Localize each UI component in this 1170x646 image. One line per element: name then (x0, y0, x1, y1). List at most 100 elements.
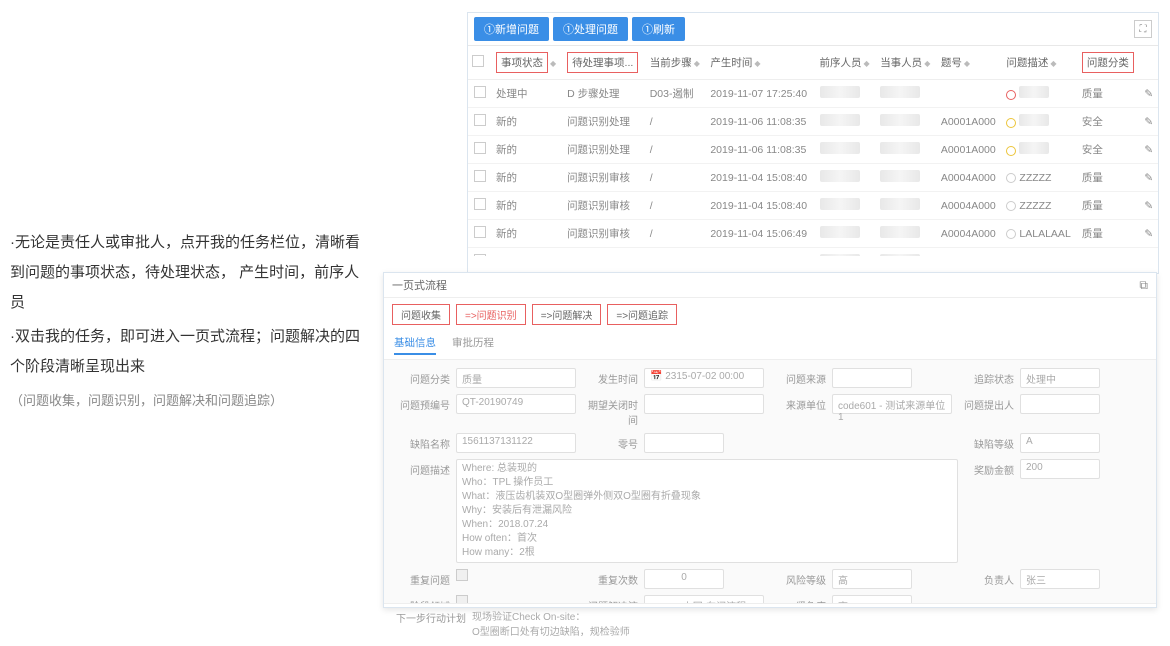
status-circle-icon (1006, 201, 1016, 211)
task-table: 事项状态◆ 待处理事项... 当前步骤◆ 产生时间◆ 前序人员◆ 当事人员◆ 题… (468, 46, 1158, 256)
field-repeat-count[interactable]: 0 (644, 569, 724, 589)
field-risk[interactable]: 高 (832, 569, 912, 589)
row-checkbox[interactable] (474, 170, 486, 182)
row-checkbox[interactable] (474, 86, 486, 98)
label-type: 问题分类 (394, 368, 456, 386)
field-owner[interactable]: 张三 (1020, 569, 1100, 589)
label-repeat-count: 重复次数 (582, 569, 644, 587)
tab-basic-info[interactable]: 基础信息 (394, 335, 436, 355)
label-source: 问题来源 (770, 368, 832, 386)
field-desc[interactable]: Where: 总装现的 Who：TPL 操作员工 What：液压齿机装双O型圈弹… (456, 459, 958, 563)
cell-desc (1002, 136, 1077, 164)
status-circle-icon (1006, 146, 1016, 156)
note-sub: （问题收集，问题识别，问题解决和问题追踪） (10, 388, 370, 414)
cell-cur (876, 192, 937, 220)
field-src-unit[interactable]: code601 - 测试来源单位1 (832, 394, 952, 414)
col-prev[interactable]: 前序人员◆ (816, 46, 877, 80)
table-row[interactable]: 新的问题识别审核/2019-11-04 15:06:49A0004A000LAL… (468, 248, 1158, 257)
cell-pending: 问题识别审核 (563, 248, 646, 257)
row-checkbox[interactable] (474, 114, 486, 126)
cell-cur (876, 108, 937, 136)
field-handler[interactable] (1020, 394, 1100, 414)
table-row[interactable]: 新的问题识别审核/2019-11-04 15:08:40A0004A000ZZZ… (468, 192, 1158, 220)
detail-title: 一页式流程 (392, 277, 447, 293)
expand-icon[interactable]: ⛶ (1134, 20, 1152, 38)
field-time[interactable]: 📅 2315-07-02 00:00 (644, 368, 764, 388)
cell-time: 2019-11-06 11:08:35 (706, 136, 815, 164)
handle-issue-button[interactable]: ①处理问题 (553, 17, 628, 41)
flow-step-tabs: 问题收集 =>问题识别 =>问题解决 =>问题追踪 (384, 298, 1156, 331)
label-part: 零号 (582, 433, 644, 451)
col-type: 问题分类 (1078, 46, 1141, 80)
cell-prev (816, 136, 877, 164)
col-case[interactable]: 题号◆ (937, 46, 1003, 80)
checkbox-phase[interactable] (456, 595, 468, 603)
field-track-status[interactable]: 处理中 (1020, 368, 1100, 388)
col-step[interactable]: 当前步骤◆ (646, 46, 707, 80)
row-checkbox[interactable] (474, 254, 486, 256)
edit-row-icon[interactable]: ✎ (1144, 88, 1153, 100)
row-checkbox[interactable] (474, 198, 486, 210)
edit-row-icon[interactable]: ✎ (1144, 144, 1153, 156)
row-checkbox[interactable] (474, 142, 486, 154)
select-all-checkbox[interactable] (472, 55, 484, 67)
label-delay: 期望关闭时间 (582, 394, 644, 427)
one-page-flow-panel: 一页式流程 ⧉ 问题收集 =>问题识别 =>问题解决 =>问题追踪 基础信息 审… (383, 272, 1157, 608)
cell-step: D03-遏制 (646, 80, 707, 108)
field-source[interactable] (832, 368, 912, 388)
task-toolbar: ①新增问题 ①处理问题 ①刷新 ⛶ (468, 13, 1158, 46)
cell-case: A0004A000 (937, 164, 1003, 192)
cell-pending: 问题识别处理 (563, 136, 646, 164)
note-bullet-1: ·无论是责任人或审批人，点开我的任务栏位，清晰看到问题的事项状态，待处理状态， … (10, 228, 370, 318)
edit-row-icon[interactable]: ✎ (1144, 200, 1153, 212)
row-checkbox[interactable] (474, 226, 486, 238)
table-row[interactable]: 新的问题识别审核/2019-11-04 15:08:40A0004A000ZZZ… (468, 164, 1158, 192)
field-urgency[interactable]: 高 (832, 595, 912, 603)
edit-row-icon[interactable]: ✎ (1144, 116, 1153, 128)
field-flow[interactable]: N101 - 上网-车间流程 (644, 595, 764, 603)
cell-cur (876, 164, 937, 192)
label-time: 发生时间 (582, 368, 644, 386)
cell-step: / (646, 136, 707, 164)
tab-approval-history[interactable]: 审批历程 (452, 335, 494, 355)
step-identify[interactable]: =>问题识别 (456, 304, 526, 325)
cell-type: 质量 (1078, 164, 1141, 192)
field-reward[interactable]: 200 (1020, 459, 1100, 479)
cell-type: 安全 (1078, 108, 1141, 136)
field-defect-level[interactable]: A (1020, 433, 1100, 453)
cell-pending: 问题识别处理 (563, 108, 646, 136)
field-defect[interactable]: 1561137131122 (456, 433, 576, 453)
cell-prev (816, 192, 877, 220)
cell-status: 新的 (492, 108, 563, 136)
refresh-button[interactable]: ①刷新 (632, 17, 685, 41)
col-cur[interactable]: 当事人员◆ (876, 46, 937, 80)
cell-type: 质量 (1078, 248, 1141, 257)
field-part[interactable] (644, 433, 724, 453)
status-circle-icon (1006, 90, 1016, 100)
note-bullet-2: ·双击我的任务，即可进入一页式流程；问题解决的四个阶段清晰呈现出来 (10, 322, 370, 382)
edit-row-icon[interactable]: ✎ (1144, 256, 1153, 257)
table-row[interactable]: 新的问题识别处理/2019-11-06 11:08:35A0001A000安全✎ (468, 108, 1158, 136)
new-issue-button[interactable]: ①新增问题 (474, 17, 549, 41)
step-collect[interactable]: 问题收集 (392, 304, 450, 325)
cell-cur (876, 80, 937, 108)
step-track[interactable]: =>问题追踪 (607, 304, 677, 325)
field-case-no[interactable]: QT-20190749 (456, 394, 576, 414)
cell-pending: 问题识别审核 (563, 220, 646, 248)
copy-icon[interactable]: ⧉ (1139, 278, 1148, 293)
table-row[interactable]: 处理中D 步骤处理D03-遏制2019-11-07 17:25:40质量✎ (468, 80, 1158, 108)
label-desc: 问题描述 (394, 459, 456, 477)
edit-row-icon[interactable]: ✎ (1144, 228, 1153, 240)
col-time[interactable]: 产生时间◆ (706, 46, 815, 80)
col-desc[interactable]: 问题描述◆ (1002, 46, 1077, 80)
cell-pending: D 步骤处理 (563, 80, 646, 108)
field-delay[interactable] (644, 394, 764, 414)
table-row[interactable]: 新的问题识别处理/2019-11-06 11:08:35A0001A000安全✎ (468, 136, 1158, 164)
step-solve[interactable]: =>问题解决 (532, 304, 602, 325)
edit-row-icon[interactable]: ✎ (1144, 172, 1153, 184)
checkbox-repeat-q[interactable] (456, 569, 468, 581)
cell-pending: 问题识别审核 (563, 164, 646, 192)
table-row[interactable]: 新的问题识别审核/2019-11-04 15:06:49A0004A000LAL… (468, 220, 1158, 248)
label-src-unit: 来源单位 (770, 394, 832, 412)
field-type[interactable]: 质量 (456, 368, 576, 388)
